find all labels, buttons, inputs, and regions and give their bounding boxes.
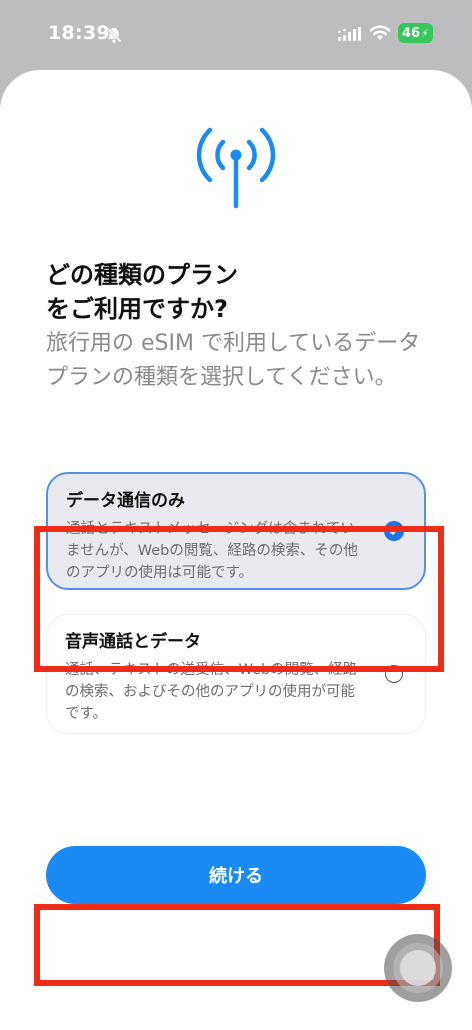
radio-empty-icon <box>385 665 403 683</box>
battery-level: 46 <box>402 25 421 41</box>
option-voice-and-data[interactable]: 音声通話とデータ 通話、テキストの送受信、Webの閲覧、経路の検索、およびその他… <box>46 614 426 734</box>
status-time: 18:39 <box>48 22 110 44</box>
assistive-touch-button[interactable] <box>384 934 452 1002</box>
option-description: 通話、テキストの送受信、Webの閲覧、経路の検索、およびその他のアプリの使用が可… <box>65 662 358 722</box>
battery-indicator: 46 ⚡ <box>398 23 433 43</box>
bell-slash-icon <box>105 26 123 44</box>
option-title: 音声通話とデータ <box>65 632 201 652</box>
assistive-touch-core <box>400 950 436 986</box>
checkmark-circle-icon <box>384 521 404 541</box>
cellular-signal-icon <box>337 26 363 42</box>
option-title: データ通信のみ <box>66 491 185 511</box>
antenna-signal-icon <box>186 120 286 210</box>
assistive-touch-ring <box>393 943 443 993</box>
page-subtitle: 旅行用の eSIM で利用しているデータプランの種類を選択してください。 <box>46 331 421 390</box>
option-data-only[interactable]: データ通信のみ 通話とテキストメッセージングは含まれていませんが、Webの閲覧、… <box>46 472 426 590</box>
charging-bolt-icon: ⚡ <box>421 26 429 40</box>
continue-button[interactable]: 続ける <box>46 846 426 904</box>
page-title: どの種類のプラン をご利用ですか? <box>46 261 238 323</box>
status-bar: 18:39 46 ⚡ <box>0 0 472 64</box>
option-description: 通話とテキストメッセージングは含まれていませんが、Webの閲覧、経路の検索、その… <box>66 521 358 581</box>
wifi-icon <box>369 24 391 42</box>
